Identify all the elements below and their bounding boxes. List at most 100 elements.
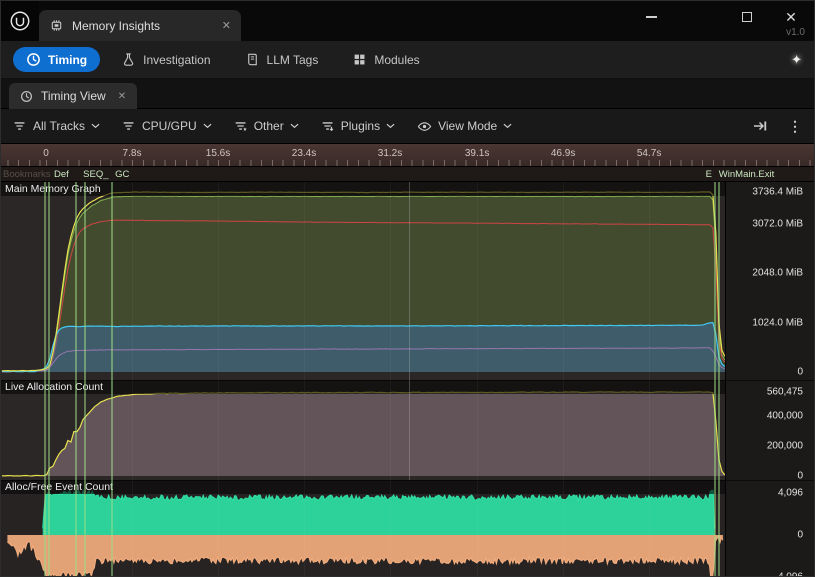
unreal-logo-icon[interactable] (1, 1, 39, 41)
toolbar-label-timing: Timing (48, 53, 87, 67)
maximize-button[interactable] (736, 7, 758, 27)
version-label: v1.0 (786, 27, 805, 38)
dropdown-label: Other (254, 119, 284, 133)
ruler-tick-label: 0 (43, 148, 49, 159)
bookmark-label[interactable]: Def (54, 169, 69, 180)
tab-timing-view-label: Timing View (41, 89, 106, 103)
dropdown-label: View Mode (438, 119, 497, 133)
track-live-allocation-count[interactable] (1, 380, 725, 480)
value-scale-live-allocation: 560,475400,000200,0000 (725, 380, 815, 480)
close-button[interactable]: ✕ (780, 7, 802, 27)
maximize-icon (742, 12, 752, 22)
unreal-logo-glyph (9, 10, 31, 32)
memory-chip-icon (49, 18, 64, 33)
ruler-tick-label: 46.9s (551, 148, 575, 159)
toolbar-label-investigation: Investigation (143, 53, 210, 67)
track-main-memory-graph[interactable] (1, 182, 725, 380)
scale-label: 3072.0 MiB (752, 219, 803, 230)
kebab-menu-icon[interactable]: ⋮ (788, 118, 802, 135)
scale-label: 0 (797, 367, 803, 378)
toolbar-label-llm-tags: LLM Tags (267, 53, 319, 67)
tab-timing-view[interactable]: Timing View ✕ (9, 83, 137, 109)
alloc-free-event-plot[interactable] (1, 481, 725, 577)
filter-list-icon (13, 119, 27, 133)
tab-close-icon[interactable]: ✕ (118, 91, 126, 102)
track-header-main-memory-graph[interactable]: Main Memory Graph (1, 182, 725, 196)
flask-icon (121, 52, 136, 67)
book-icon (245, 52, 260, 67)
toolbar-label-modules: Modules (374, 53, 419, 67)
scale-label: -4,096 (775, 572, 803, 577)
ruler-tick-label: 23.4s (292, 148, 316, 159)
bookmarks-row[interactable]: Bookmarks Def SEQ_ GC E WinMain.Exit (1, 167, 814, 182)
filter-plugin-icon (321, 119, 335, 133)
tab-title: Memory Insights (72, 19, 160, 33)
value-scale-main-memory: 3736.4 MiB 3072.0 MiB 2048.0 MiB 1024.0 MiB… (725, 182, 815, 380)
filter-list-icon (122, 119, 136, 133)
eye-icon (417, 119, 432, 134)
scale-label: 0 (797, 530, 803, 541)
toolbar-button-investigation[interactable]: Investigation (108, 47, 223, 72)
free-events-area (7, 535, 723, 577)
ruler-tick-label: 54.7s (637, 148, 661, 159)
bookmark-label[interactable]: SEQ_ (83, 169, 108, 180)
tab-close-icon[interactable]: ✕ (222, 19, 231, 32)
time-ruler[interactable]: 0 7.8s 15.6s 23.4s 31.2s 39.1s 46.9s 54.7s (1, 144, 814, 167)
scale-label: 3736.4 MiB (752, 187, 803, 198)
chevron-down-icon (203, 123, 212, 129)
ruler-tick-label: 15.6s (206, 148, 230, 159)
titlebar: Memory Insights ✕ ✕ v1.0 (1, 1, 814, 41)
dropdown-cpu-gpu[interactable]: CPU/GPU (122, 119, 212, 133)
ruler-tick-label: 7.8s (123, 148, 142, 159)
view-tabbar: Timing View ✕ (1, 79, 814, 109)
minimize-icon (646, 16, 657, 18)
toolbar-button-llm-tags[interactable]: LLM Tags (232, 47, 332, 72)
chevron-down-icon (290, 123, 299, 129)
toolbar-button-modules[interactable]: Modules (339, 47, 432, 72)
scale-label: 2048.0 MiB (752, 268, 803, 279)
modules-grid-icon (352, 52, 367, 67)
track-alloc-free-event-count[interactable] (1, 480, 725, 577)
used-physical-area (2, 323, 725, 372)
scale-label: 200,000 (767, 441, 803, 452)
bookmark-label[interactable]: E (706, 169, 712, 180)
dropdown-view-mode[interactable]: View Mode (417, 119, 512, 134)
main-memory-graph-plot[interactable] (1, 182, 725, 380)
window-controls: ✕ (640, 7, 802, 27)
scale-label: 400,000 (767, 411, 803, 422)
chevron-down-icon (386, 123, 395, 129)
track-header-live-allocation-count[interactable]: Live Allocation Count (1, 380, 725, 394)
dropdown-all-tracks[interactable]: All Tracks (13, 119, 100, 133)
chevron-down-icon (503, 123, 512, 129)
ruler-tick-label: 39.1s (465, 148, 489, 159)
toolbar-button-timing[interactable]: Timing (13, 47, 100, 72)
live-allocation-plot[interactable] (1, 381, 725, 480)
firefly-icon[interactable]: ✦ (791, 52, 802, 68)
ruler-tick-label: 31.2s (378, 148, 402, 159)
scale-label: 4,096 (778, 487, 803, 498)
track-header-alloc-free-event-count[interactable]: Alloc/Free Event Count (1, 480, 725, 494)
minimize-button[interactable] (640, 7, 662, 27)
bookmark-label[interactable]: WinMain.Exit (719, 169, 774, 180)
bookmark-label[interactable]: GC (115, 169, 129, 180)
clock-icon (20, 90, 33, 103)
dropdown-label: Plugins (341, 119, 380, 133)
memory-insights-window: Memory Insights ✕ ✕ v1.0 Timing Investig… (0, 0, 815, 577)
dropdown-plugins[interactable]: Plugins (321, 119, 395, 133)
clock-icon (26, 52, 41, 67)
value-scale-event-count: 4,096 0 -4,096 (725, 480, 815, 577)
main-toolbar: Timing Investigation LLM Tags Modules (1, 41, 814, 79)
memory-insights-tab[interactable]: Memory Insights ✕ (39, 10, 241, 41)
scale-label: 1024.0 MiB (752, 317, 803, 328)
dropdown-label: CPU/GPU (142, 119, 197, 133)
dropdown-other[interactable]: Other (234, 119, 299, 133)
live-allocations-area (2, 392, 725, 476)
bookmarks-row-label: Bookmarks (3, 169, 51, 180)
filter-toolbar: All Tracks CPU/GPU Other (1, 109, 814, 144)
jump-to-end-icon[interactable] (752, 118, 768, 134)
scale-label: 560,475 (767, 387, 803, 398)
dropdown-label: All Tracks (33, 119, 85, 133)
filter-star-icon (234, 119, 248, 133)
chevron-down-icon (91, 123, 100, 129)
filter-toolbar-right: ⋮ (752, 118, 802, 135)
